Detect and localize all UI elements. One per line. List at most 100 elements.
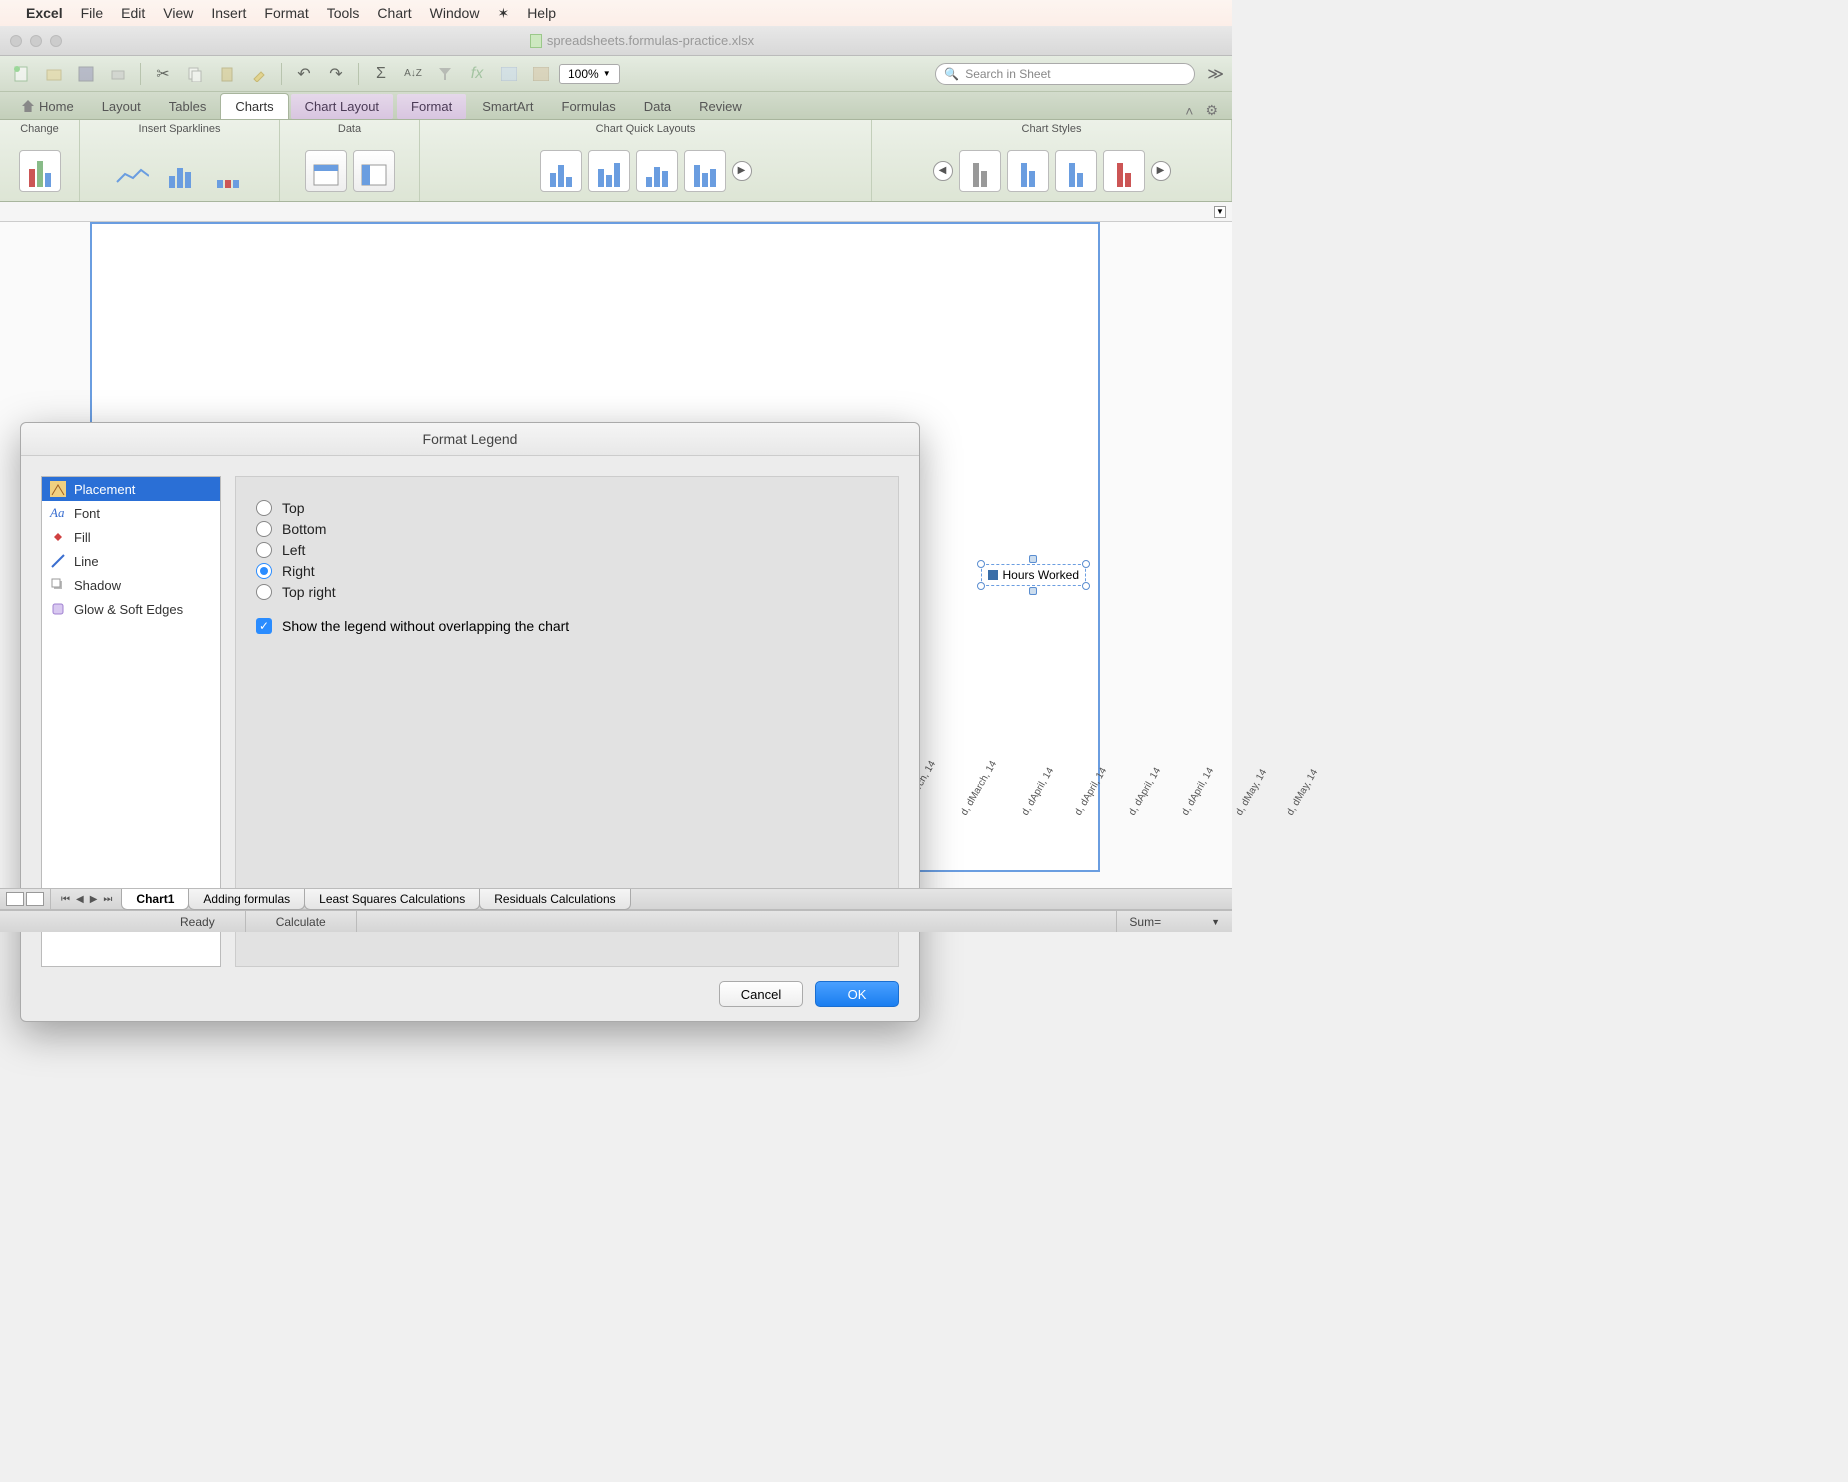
radio-right[interactable]: Right (256, 563, 878, 579)
paste-button[interactable] (213, 61, 241, 87)
sheet-nav[interactable]: ⏮ ◀ ▶ ⏭ (51, 894, 122, 905)
layout-3-button[interactable] (636, 150, 678, 192)
menu-chart[interactable]: Chart (377, 5, 411, 21)
style-2-button[interactable] (1007, 150, 1049, 192)
sidebar-item-line[interactable]: Line (42, 549, 220, 573)
menu-help[interactable]: Help (527, 5, 556, 21)
sidebar-item-fill[interactable]: Fill (42, 525, 220, 549)
copy-button[interactable] (181, 61, 209, 87)
select-data-button[interactable] (305, 150, 347, 192)
sidebar-item-font[interactable]: AaFont (42, 501, 220, 525)
show-button[interactable] (495, 61, 523, 87)
last-sheet-icon[interactable]: ⏭ (103, 894, 112, 905)
tab-data[interactable]: Data (630, 94, 685, 119)
save-button[interactable] (72, 61, 100, 87)
tab-smartart[interactable]: SmartArt (468, 94, 547, 119)
style-4-button[interactable] (1103, 150, 1145, 192)
switch-plot-button[interactable] (353, 150, 395, 192)
autosum-button[interactable]: Σ (367, 61, 395, 87)
style-1-button[interactable] (959, 150, 1001, 192)
ok-button[interactable]: OK (815, 981, 899, 1007)
layout-2-button[interactable] (588, 150, 630, 192)
style-3-button[interactable] (1055, 150, 1097, 192)
sparkline-winloss-button[interactable] (207, 150, 249, 192)
window-controls[interactable] (10, 35, 62, 47)
status-ready: Ready (150, 911, 246, 932)
layout-4-button[interactable] (684, 150, 726, 192)
script-menu-icon[interactable]: ✶ (497, 5, 509, 22)
tab-charts[interactable]: Charts (220, 93, 288, 119)
undo-button[interactable]: ↶ (290, 61, 318, 87)
cut-button[interactable]: ✂ (149, 61, 177, 87)
filter-button[interactable] (431, 61, 459, 87)
styles-next-icon[interactable]: ▶ (1151, 161, 1171, 181)
menu-format[interactable]: Format (264, 5, 308, 21)
change-chart-button[interactable] (19, 150, 61, 192)
tab-home[interactable]: Home (8, 94, 88, 119)
placement-icon (50, 481, 66, 497)
new-button[interactable] (8, 61, 36, 87)
search-input[interactable]: 🔍 Search in Sheet (935, 63, 1195, 85)
font-icon: Aa (50, 505, 66, 521)
column-dropdown-icon[interactable]: ▼ (1214, 206, 1226, 218)
tab-chart-layout[interactable]: Chart Layout (291, 94, 393, 119)
first-sheet-icon[interactable]: ⏮ (61, 894, 70, 905)
toolbox-button[interactable] (527, 61, 555, 87)
layout-1-button[interactable] (540, 150, 582, 192)
status-sum[interactable]: Sum=▼ (1116, 911, 1232, 932)
ribbon-collapse-icon[interactable]: ˄ (1179, 103, 1199, 119)
sidebar-item-placement[interactable]: Placement (42, 477, 220, 501)
window-title: spreadsheets.formulas-practice.xlsx (62, 33, 1222, 48)
tab-tables[interactable]: Tables (155, 94, 221, 119)
chart-legend[interactable]: Hours Worked (981, 564, 1086, 586)
checkbox-overlap[interactable]: ✓Show the legend without overlapping the… (256, 618, 878, 634)
menu-insert[interactable]: Insert (211, 5, 246, 21)
sheet-tab-residuals[interactable]: Residuals Calculations (479, 889, 630, 910)
menu-view[interactable]: View (163, 5, 193, 21)
menu-edit[interactable]: Edit (121, 5, 145, 21)
app-menu[interactable]: Excel (26, 5, 63, 21)
menu-tools[interactable]: Tools (327, 5, 360, 21)
sheet-tab-adding-formulas[interactable]: Adding formulas (188, 889, 305, 910)
open-button[interactable] (40, 61, 68, 87)
sheet-tab-least-squares[interactable]: Least Squares Calculations (304, 889, 480, 910)
sidebar-item-glow[interactable]: Glow & Soft Edges (42, 597, 220, 621)
next-sheet-icon[interactable]: ▶ (90, 894, 98, 905)
sort-button[interactable]: A↓Z (399, 61, 427, 87)
format-legend-dialog: Format Legend Placement AaFont Fill Line… (20, 422, 920, 1022)
print-button[interactable] (104, 61, 132, 87)
prev-sheet-icon[interactable]: ◀ (76, 894, 84, 905)
radio-topright[interactable]: Top right (256, 584, 878, 600)
toolbar-overflow-icon[interactable]: ≫ (1207, 64, 1224, 84)
menu-window[interactable]: Window (430, 5, 480, 21)
sheet-tab-chart1[interactable]: Chart1 (121, 889, 189, 910)
sum-dropdown-icon[interactable]: ▼ (1211, 917, 1220, 927)
radio-bottom[interactable]: Bottom (256, 521, 878, 537)
menu-file[interactable]: File (81, 5, 104, 21)
radio-left[interactable]: Left (256, 542, 878, 558)
zoom-dropdown[interactable]: 100%▼ (559, 64, 620, 84)
tab-layout[interactable]: Layout (88, 94, 155, 119)
tab-format[interactable]: Format (397, 94, 466, 119)
sparkline-line-button[interactable] (111, 150, 153, 192)
radio-top[interactable]: Top (256, 500, 878, 516)
format-painter-button[interactable] (245, 61, 273, 87)
styles-prev-icon[interactable]: ◀ (933, 161, 953, 181)
normal-view-icon[interactable] (6, 892, 24, 906)
sparkline-column-button[interactable] (159, 150, 201, 192)
fx-button[interactable]: fx (463, 61, 491, 87)
tab-review[interactable]: Review (685, 94, 756, 119)
group-data-label: Data (286, 122, 413, 140)
formula-bar-row: ▼ (0, 202, 1232, 222)
group-sparklines-label: Insert Sparklines (86, 122, 273, 140)
status-calculate: Calculate (246, 911, 357, 932)
page-layout-view-icon[interactable] (26, 892, 44, 906)
view-buttons[interactable] (0, 889, 51, 909)
redo-button[interactable]: ↷ (322, 61, 350, 87)
sidebar-item-shadow[interactable]: Shadow (42, 573, 220, 597)
layouts-next-icon[interactable]: ▶ (732, 161, 752, 181)
cancel-button[interactable]: Cancel (719, 981, 803, 1007)
ribbon-settings-icon[interactable]: ⚙ (1199, 102, 1224, 119)
tab-formulas[interactable]: Formulas (548, 94, 630, 119)
fill-icon (50, 529, 66, 545)
